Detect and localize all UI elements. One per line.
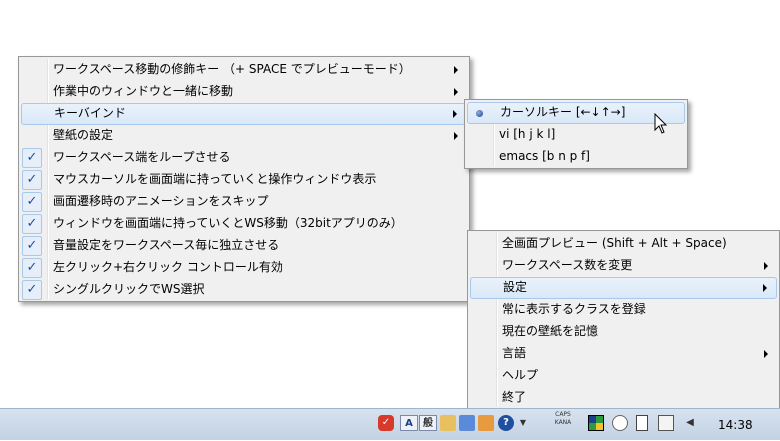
menu-item-label: 設定: [503, 280, 528, 294]
ime-pad-icon[interactable]: [478, 415, 494, 431]
menu-item-label: 全画面プレビュー (Shift + Alt + Space): [502, 236, 727, 250]
menu-item-language[interactable]: 言語: [470, 343, 777, 365]
help-icon[interactable]: ?: [498, 415, 514, 431]
virtual-workspace-icon[interactable]: [588, 415, 604, 431]
taskbar-clock[interactable]: 14:38: [718, 409, 753, 441]
caps-label: CAPS: [555, 411, 571, 418]
caps-kana-indicator: CAPS KANA: [553, 411, 573, 427]
menu-item-label: ワークスペース移動の修飾キー （+ SPACE でプレビューモード）: [53, 62, 411, 76]
menu-item-change-workspace-count[interactable]: ワークスペース数を変更: [470, 255, 777, 277]
menu-item-loop-workspace[interactable]: ✓ ワークスペース端をループさせる: [21, 147, 467, 169]
menu-item-help[interactable]: ヘルプ: [470, 365, 777, 387]
menu-item-skip-animation[interactable]: ✓ 画面遷移時のアニメーションをスキップ: [21, 191, 467, 213]
taskbar: ✓ A 般 ? ▼ CAPS KANA ◀ 14:38: [0, 408, 780, 440]
submenu-arrow-icon: [764, 262, 768, 270]
device-icon[interactable]: [636, 415, 648, 431]
menu-item-label: ワークスペース数を変更: [502, 258, 633, 272]
checkmark-icon: ✓: [22, 236, 42, 256]
menu-item-move-with-window[interactable]: 作業中のウィンドウと一緒に移動: [21, 81, 467, 103]
menu-item-exit[interactable]: 終了: [470, 387, 777, 409]
submenu-arrow-icon: [453, 110, 457, 118]
menu-item-label: 終了: [502, 390, 527, 404]
network-icon[interactable]: [658, 415, 674, 431]
menu-item-wallpaper[interactable]: 壁紙の設定: [21, 125, 467, 147]
menu-item-label: キーバインド: [54, 106, 126, 120]
menu-item-keybind[interactable]: キーバインド: [21, 103, 467, 125]
menu-item-fullscreen-preview[interactable]: 全画面プレビュー (Shift + Alt + Space): [470, 233, 777, 255]
submenu-arrow-icon: [763, 284, 767, 292]
main-context-menu: ワークスペース移動の修飾キー （+ SPACE でプレビューモード） 作業中のウ…: [18, 56, 470, 302]
tray-context-menu: 全画面プレビュー (Shift + Alt + Space) ワークスペース数を…: [467, 230, 780, 410]
menu-item-label: 言語: [502, 346, 527, 360]
ime-mode-icon[interactable]: A: [400, 415, 418, 431]
checkmark-icon: ✓: [22, 192, 42, 212]
submenu-arrow-icon: [764, 350, 768, 358]
menu-item-emacs[interactable]: emacs [b n p f]: [467, 146, 685, 168]
menu-item-label: emacs [b n p f]: [499, 149, 590, 163]
menu-item-edge-ws-move[interactable]: ✓ ウィンドウを画面端に持っていくとWS移動（32bitアプリのみ）: [21, 213, 467, 235]
checkmark-icon: ✓: [22, 148, 42, 168]
dictionary-icon[interactable]: [459, 415, 475, 431]
menu-item-lr-click-control[interactable]: ✓ 左クリック+右クリック コントロール有効: [21, 257, 467, 279]
menu-item-label: 左クリック+右クリック コントロール有効: [53, 260, 283, 274]
kana-label: KANA: [554, 419, 572, 426]
menu-item-label: マウスカーソルを画面端に持っていくと操作ウィンドウ表示: [53, 172, 377, 186]
menu-item-label: 現在の壁紙を記憶: [502, 324, 599, 338]
checkmark-icon: ✓: [22, 280, 42, 300]
checkmark-icon: ✓: [22, 170, 42, 190]
ime-kanji-icon[interactable]: 般: [419, 415, 437, 431]
menu-item-label: 常に表示するクラスを登録: [502, 302, 646, 316]
menu-item-label: 作業中のウィンドウと一緒に移動: [53, 84, 234, 98]
menu-item-label: シングルクリックでWS選択: [53, 282, 205, 296]
menu-item-edge-show-window[interactable]: ✓ マウスカーソルを画面端に持っていくと操作ウィンドウ表示: [21, 169, 467, 191]
menu-item-label: ヘルプ: [502, 368, 539, 382]
menu-item-remember-wallpaper[interactable]: 現在の壁紙を記憶: [470, 321, 777, 343]
menu-item-workspace-modifier[interactable]: ワークスペース移動の修飾キー （+ SPACE でプレビューモード）: [21, 59, 467, 81]
menu-item-independent-volume[interactable]: ✓ 音量設定をワークスペース毎に独立させる: [21, 235, 467, 257]
radio-selected-icon: [476, 110, 483, 117]
submenu-arrow-icon: [454, 66, 458, 74]
menu-item-label: カーソルキー [←↓↑→]: [500, 105, 626, 119]
menu-item-single-click-select[interactable]: ✓ シングルクリックでWS選択: [21, 279, 467, 301]
menu-item-label: ウィンドウを画面端に持っていくとWS移動（32bitアプリのみ）: [53, 216, 403, 230]
speaker-icon[interactable]: ◀: [684, 415, 696, 431]
ime-tool-icon[interactable]: [440, 415, 456, 431]
mouse-pointer-icon: [654, 113, 668, 134]
menu-item-register-class[interactable]: 常に表示するクラスを登録: [470, 299, 777, 321]
checkmark-icon: ✓: [22, 214, 42, 234]
menu-item-vi[interactable]: vi [h j k l]: [467, 124, 685, 146]
checkmark-icon: ✓: [22, 258, 42, 278]
menu-item-label: 画面遷移時のアニメーションをスキップ: [53, 194, 269, 208]
menu-item-settings[interactable]: 設定: [470, 277, 777, 299]
menu-item-label: 壁紙の設定: [53, 128, 114, 142]
menu-item-label: 音量設定をワークスペース毎に独立させる: [53, 238, 280, 252]
menu-item-label: ワークスペース端をループさせる: [53, 150, 231, 164]
security-icon[interactable]: ✓: [378, 415, 394, 431]
submenu-arrow-icon: [454, 88, 458, 96]
menu-item-label: vi [h j k l]: [499, 127, 556, 141]
menu-item-cursor-keys[interactable]: カーソルキー [←↓↑→]: [467, 102, 685, 124]
speech-bubble-icon[interactable]: [612, 415, 628, 431]
options-arrow-icon[interactable]: ▼: [518, 415, 528, 431]
submenu-arrow-icon: [454, 132, 458, 140]
